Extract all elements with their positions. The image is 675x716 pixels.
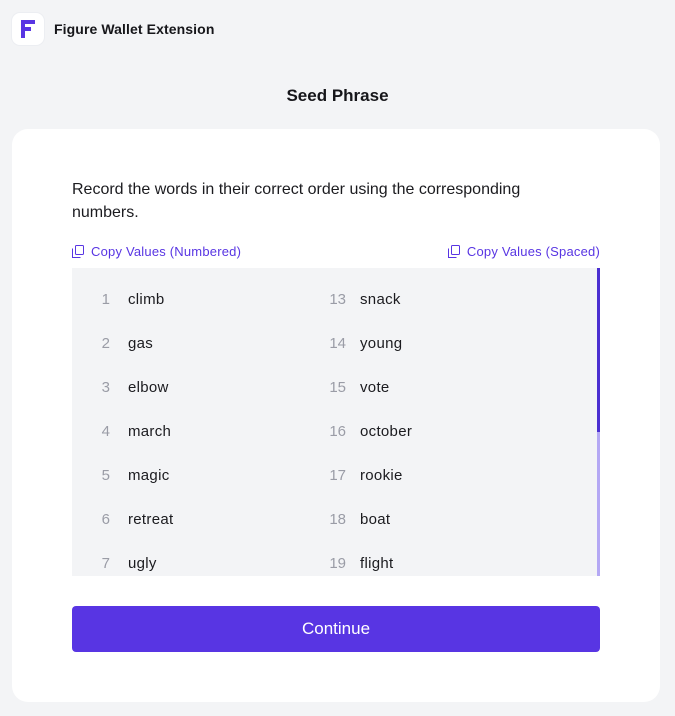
word-text: magic (128, 467, 170, 484)
word-item: 3 elbow (72, 378, 169, 422)
word-item: 5 magic (72, 466, 170, 510)
seed-words-list[interactable]: 1 climb 13 snack 2 gas 14 young 3 elbow … (72, 268, 600, 576)
word-text: october (360, 423, 413, 440)
word-number: 7 (101, 555, 110, 572)
word-text: flight (360, 555, 394, 572)
word-text: march (128, 423, 172, 440)
figure-logo-glyph (21, 19, 35, 38)
copy-values-numbered-label: Copy Values (Numbered) (91, 243, 242, 259)
word-item: 6 retreat (72, 510, 173, 554)
word-item: 16 october (304, 422, 412, 466)
word-number: 16 (329, 423, 346, 440)
word-row: 2 gas 14 young (72, 334, 596, 378)
page-title: Seed Phrase (286, 86, 389, 105)
word-item: 15 vote (304, 378, 390, 422)
copy-values-spaced-link[interactable]: Copy Values (Spaced) (447, 242, 600, 260)
word-number: 3 (101, 379, 110, 396)
word-text: ugly (128, 555, 157, 572)
word-item: 17 rookie (304, 466, 403, 510)
word-item: 4 march (72, 422, 171, 466)
word-item: 18 boat (304, 510, 390, 554)
seed-words-grid: 1 climb 13 snack 2 gas 14 young 3 elbow … (72, 290, 596, 576)
word-row: 5 magic 17 rookie (72, 466, 596, 510)
app-header: Figure Wallet Extension (12, 12, 214, 45)
word-row: 6 retreat 18 boat (72, 510, 596, 554)
word-number: 18 (329, 511, 346, 528)
instructions-text: Record the words in their correct order … (72, 181, 521, 221)
scrollbar-thumb[interactable] (597, 268, 600, 432)
seed-phrase-card: Record the words in their correct order … (12, 129, 660, 702)
word-text: boat (360, 511, 391, 528)
word-item: 13 snack (304, 290, 401, 334)
copy-values-spaced-label: Copy Values (Spaced) (466, 243, 600, 259)
word-text: climb (128, 291, 165, 308)
wallet-extension-window: Figure Wallet Extension Seed Phrase Reco… (0, 0, 675, 716)
word-text: retreat (128, 511, 174, 528)
word-item: 14 young (304, 334, 402, 378)
word-text: young (360, 335, 403, 352)
word-number: 1 (101, 291, 110, 308)
word-row: 3 elbow 15 vote (72, 378, 596, 422)
word-row: 1 climb 13 snack (72, 290, 596, 334)
word-text: vote (360, 379, 390, 396)
copy-values-numbered-link[interactable]: Copy Values (Numbered) (72, 242, 241, 260)
word-text: snack (360, 291, 401, 308)
word-number: 6 (101, 511, 110, 528)
app-title: Figure Wallet Extension (54, 20, 215, 37)
word-number: 13 (329, 291, 346, 308)
word-number: 2 (101, 335, 110, 352)
word-number: 5 (101, 467, 110, 484)
word-number: 17 (329, 467, 346, 484)
word-text: gas (128, 335, 154, 352)
word-number: 15 (329, 379, 346, 396)
word-item: 19 flight (304, 554, 394, 576)
word-row: 7 ugly 19 flight (72, 554, 596, 576)
word-row: 4 march 16 october (72, 422, 596, 466)
continue-button[interactable]: Continue (72, 606, 600, 652)
word-number: 14 (329, 335, 346, 352)
word-item: 7 ugly (72, 554, 157, 576)
word-item: 2 gas (72, 334, 153, 378)
copy-icon (72, 244, 84, 258)
copy-icon (447, 244, 460, 258)
word-number: 19 (329, 555, 346, 572)
word-text: elbow (128, 379, 169, 396)
figure-logo-icon (12, 12, 44, 45)
word-number: 4 (101, 423, 110, 440)
word-item: 1 climb (72, 290, 165, 334)
word-text: rookie (360, 467, 403, 484)
